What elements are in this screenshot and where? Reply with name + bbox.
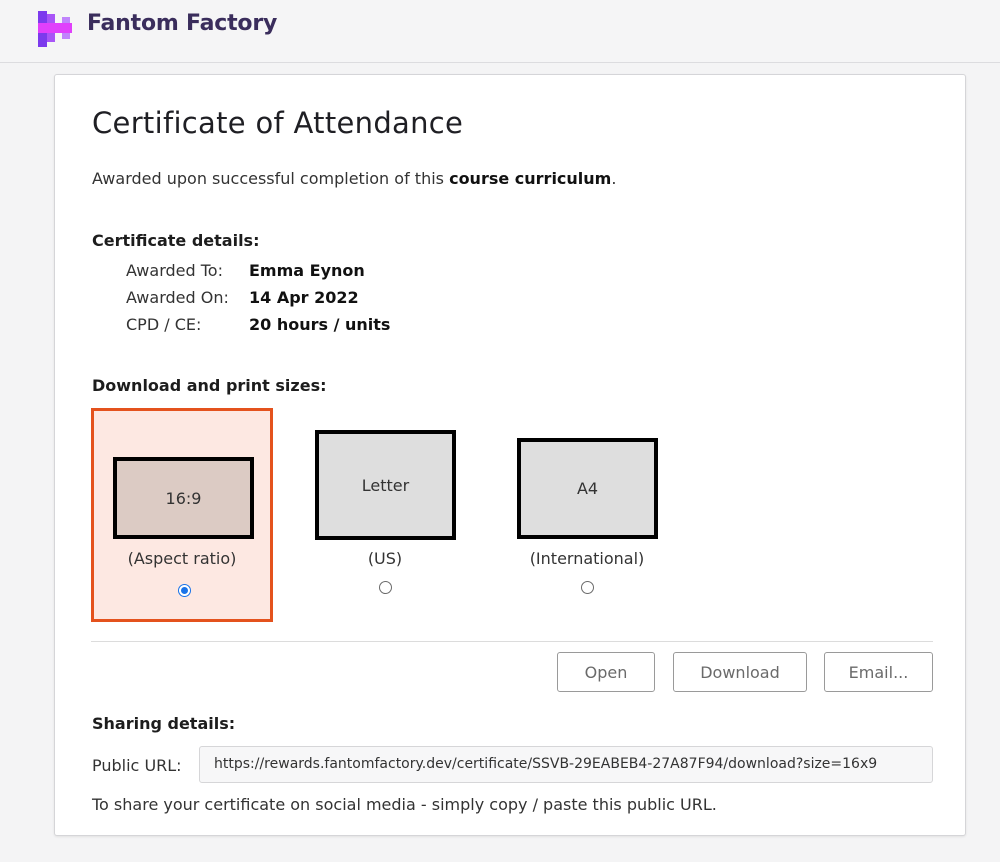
detail-label: Awarded On:	[126, 288, 229, 307]
detail-value: 14 Apr 2022	[249, 288, 359, 307]
radio-16x9[interactable]	[178, 584, 191, 597]
preview-a4-thumbnail[interactable]: A4	[517, 438, 658, 539]
fantom-factory-logo-icon[interactable]	[36, 11, 76, 47]
share-note: To share your certificate on social medi…	[92, 795, 717, 814]
public-url-label: Public URL:	[92, 756, 182, 775]
page-title: Certificate of Attendance	[92, 106, 464, 140]
open-button[interactable]: Open	[557, 652, 655, 692]
top-bar: Fantom Factory	[0, 0, 1000, 63]
sizes-heading: Download and print sizes:	[92, 376, 327, 395]
radio-letter[interactable]	[379, 581, 392, 594]
subtitle-text: Awarded upon successful completion of th…	[92, 169, 450, 188]
preview-label: A4	[576, 479, 599, 498]
email-button[interactable]: Email...	[824, 652, 933, 692]
brand-name[interactable]: Fantom Factory	[87, 11, 277, 36]
subtitle-emphasis: course curriculum	[449, 169, 612, 188]
certificate-card: Certificate of Attendance Awarded upon s…	[54, 74, 966, 836]
sharing-heading: Sharing details:	[92, 714, 236, 733]
option-caption: (International)	[529, 549, 645, 568]
preview-16x9-thumbnail[interactable]: 16:9	[113, 457, 254, 539]
divider	[91, 641, 933, 642]
detail-label: Awarded To:	[126, 261, 223, 280]
detail-value: 20 hours / units	[249, 315, 391, 334]
preview-label: Letter	[361, 475, 410, 495]
preview-label: 16:9	[165, 488, 202, 508]
size-option-letter[interactable]: Letter (US)	[294, 408, 476, 622]
certificate-subtitle: Awarded upon successful completion of th…	[92, 169, 616, 188]
download-button[interactable]: Download	[673, 652, 807, 692]
option-caption: (Aspect ratio)	[127, 549, 237, 568]
size-option-16x9[interactable]: 16:9 (Aspect ratio)	[91, 408, 273, 622]
preview-letter-thumbnail[interactable]: Letter	[315, 430, 456, 540]
size-option-a4[interactable]: A4 (International)	[496, 408, 678, 622]
details-heading: Certificate details:	[92, 231, 260, 250]
radio-a4[interactable]	[581, 581, 594, 594]
detail-value: Emma Eynon	[249, 261, 365, 280]
subtitle-suffix: .	[611, 169, 617, 188]
public-url-field[interactable]: https://rewards.fantomfactory.dev/certif…	[199, 746, 933, 783]
detail-label: CPD / CE:	[126, 315, 202, 334]
option-caption: (US)	[367, 549, 403, 568]
